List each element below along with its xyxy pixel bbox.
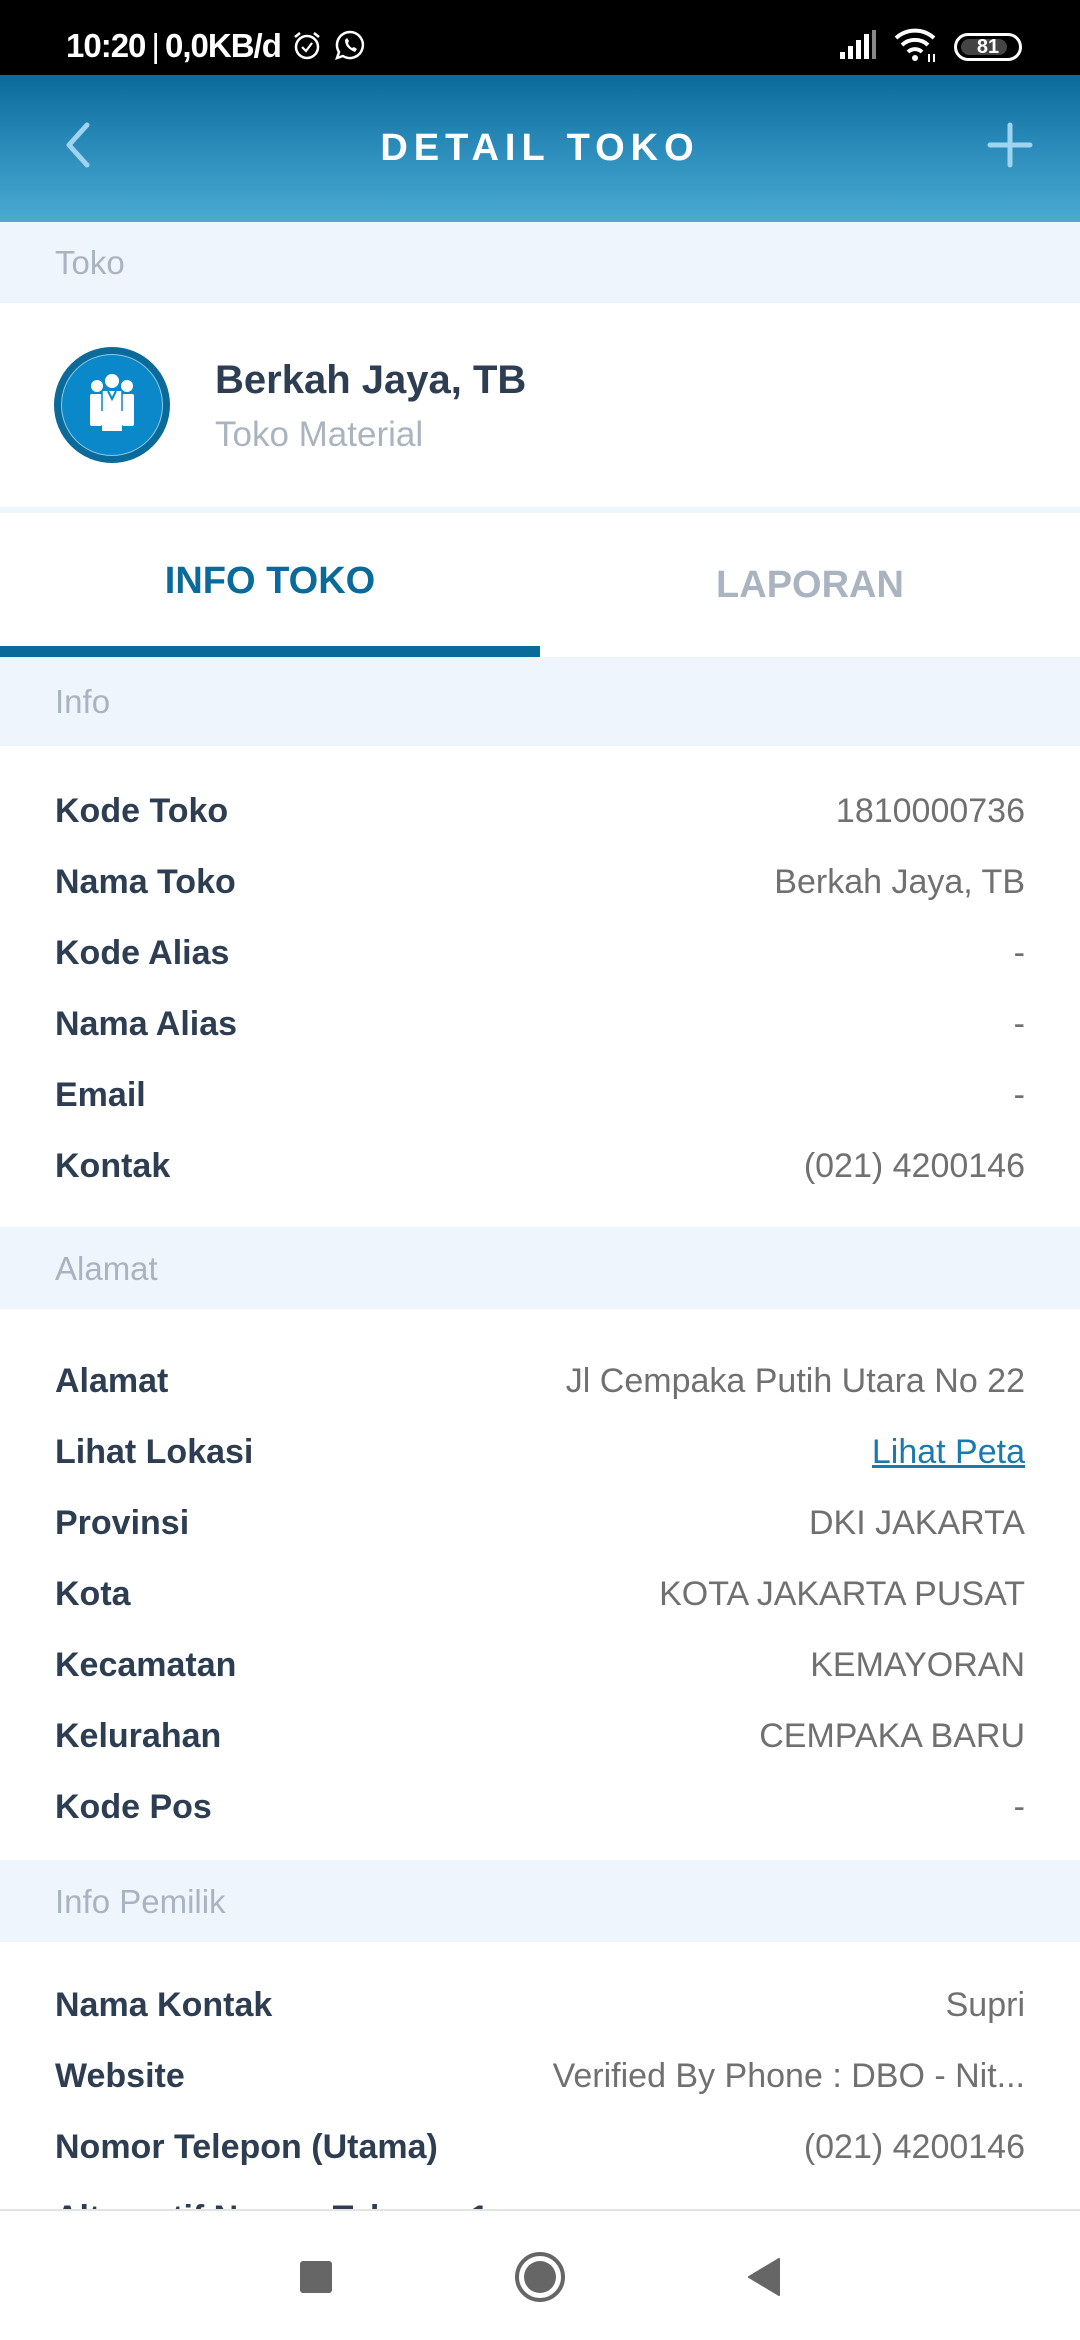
network-speed: 0,0KB/d <box>164 27 282 64</box>
tab-laporan[interactable]: LAPORAN <box>540 513 1080 657</box>
battery-level: 81 <box>976 35 1000 58</box>
row-value: 1810000736 <box>835 791 1025 830</box>
info-row-nama-toko: Nama Toko Berkah Jaya, TB <box>55 857 1025 907</box>
row-label: Kecamatan <box>55 1645 237 1684</box>
alamat-row-kecamatan: Kecamatan KEMAYORAN <box>55 1640 1025 1690</box>
info-row-kode-toko: Kode Toko 1810000736 <box>55 786 1025 836</box>
info-row-nama-alias: Nama Alias - <box>55 999 1025 1049</box>
tab-bar: INFO TOKO LAPORAN <box>0 513 1080 657</box>
section-header-info: Info <box>0 657 1080 746</box>
status-separator: | <box>151 27 160 64</box>
info-row-email: Email - <box>55 1070 1025 1120</box>
row-label: Provinsi <box>55 1503 190 1542</box>
row-label: Nama Alias <box>55 1004 238 1043</box>
row-value: KOTA JAKARTA PUSAT <box>659 1574 1025 1613</box>
row-label: Email <box>55 1075 146 1114</box>
section-header-info-pemilik: Info Pemilik <box>0 1860 1080 1942</box>
info-row-kontak: Kontak (021) 4200146 <box>55 1141 1025 1191</box>
alamat-row-kode-pos: Kode Pos - <box>55 1782 1025 1832</box>
tab-info-toko[interactable]: INFO TOKO <box>0 513 540 657</box>
row-label: Website <box>55 2056 185 2095</box>
info-row-kode-alias: Kode Alias - <box>55 928 1025 978</box>
section-header-alamat: Alamat <box>0 1227 1080 1309</box>
row-value: - <box>1013 933 1025 972</box>
row-value: Supri <box>945 1985 1025 2024</box>
row-label: Kelurahan <box>55 1716 222 1755</box>
status-bar: 10:20 | 0,0KB/d 81 <box>0 0 1080 75</box>
alamat-row-kelurahan: Kelurahan CEMPAKA BARU <box>55 1711 1025 1761</box>
row-value: (021) 4200146 <box>803 2127 1025 2166</box>
row-label: Nama Kontak <box>55 1985 273 2024</box>
pemilik-list: Nama Kontak Supri Website Verified By Ph… <box>0 1942 1080 2237</box>
alamat-row-provinsi: Provinsi DKI JAKARTA <box>55 1498 1025 1548</box>
active-tab-indicator <box>0 646 540 657</box>
section-header-toko: Toko <box>0 222 1080 303</box>
row-value: (021) 4200146 <box>803 1146 1025 1185</box>
row-value: KEMAYORAN <box>810 1645 1025 1684</box>
row-value: Jl Cempaka Putih Utara No 22 <box>565 1361 1025 1400</box>
tab-label: INFO TOKO <box>164 559 376 602</box>
page-title: DETAIL TOKO <box>380 127 700 169</box>
view-map-link[interactable]: Lihat Peta <box>872 1433 1025 1472</box>
info-list: Kode Toko 1810000736 Nama Toko Berkah Ja… <box>0 746 1080 1227</box>
row-value: DKI JAKARTA <box>808 1503 1025 1542</box>
row-label: Kode Alias <box>55 933 230 972</box>
row-label: Kode Toko <box>55 791 229 830</box>
wifi-icon <box>894 28 938 67</box>
battery-icon: 81 <box>954 33 1022 61</box>
group-people-icon <box>81 372 143 439</box>
home-button[interactable] <box>510 2251 570 2307</box>
add-button[interactable] <box>980 117 1040 177</box>
recents-icon <box>299 2260 333 2299</box>
row-value: CEMPAKA BARU <box>759 1716 1025 1755</box>
home-icon <box>514 2251 566 2308</box>
row-label: Alamat <box>55 1361 169 1400</box>
alamat-row-kota: Kota KOTA JAKARTA PUSAT <box>55 1569 1025 1619</box>
row-value: - <box>1013 1787 1025 1826</box>
row-label: Nama Toko <box>55 862 236 901</box>
plus-icon <box>987 122 1033 173</box>
row-value: - <box>1013 1075 1025 1114</box>
alamat-row-alamat: Alamat Jl Cempaka Putih Utara No 22 <box>55 1356 1025 1406</box>
clock: 10:20 <box>66 27 146 64</box>
row-label: Kota <box>55 1574 131 1613</box>
section-title: Info <box>55 683 111 720</box>
tab-label: LAPORAN <box>716 563 904 606</box>
alamat-list: Alamat Jl Cempaka Putih Utara No 22 Liha… <box>0 1309 1080 1860</box>
row-value: Berkah Jaya, TB <box>774 862 1025 901</box>
section-title: Info Pemilik <box>55 1883 226 1920</box>
store-name: Berkah Jaya, TB <box>215 358 527 402</box>
back-icon <box>746 2257 782 2302</box>
row-label: Kode Pos <box>55 1787 212 1826</box>
whatsapp-icon <box>333 29 367 63</box>
system-nav-bar <box>0 2209 1080 2340</box>
back-nav-button[interactable] <box>734 2251 794 2307</box>
row-label: Nomor Telepon (Utama) <box>55 2127 438 2166</box>
avatar <box>54 347 170 463</box>
alamat-row-lihat-lokasi: Lihat Lokasi Lihat Peta <box>55 1427 1025 1477</box>
row-label: Kontak <box>55 1146 171 1185</box>
pemilik-row-nama-kontak: Nama Kontak Supri <box>55 1980 1025 2030</box>
store-type: Toko Material <box>215 415 424 454</box>
row-label: Lihat Lokasi <box>55 1432 254 1471</box>
pemilik-row-website: Website Verified By Phone : DBO - Nit... <box>55 2051 1025 2101</box>
pemilik-row-nomor-telepon-utama: Nomor Telepon (Utama) (021) 4200146 <box>55 2122 1025 2172</box>
app-header: DETAIL TOKO <box>0 75 1080 222</box>
section-title: Alamat <box>55 1250 158 1287</box>
section-title: Toko <box>55 244 125 281</box>
alarm-icon <box>291 30 323 62</box>
signal-icon <box>838 29 878 65</box>
recents-button[interactable] <box>286 2251 346 2307</box>
row-value: - <box>1013 1004 1025 1043</box>
row-value: Verified By Phone : DBO - Nit... <box>552 2056 1025 2095</box>
